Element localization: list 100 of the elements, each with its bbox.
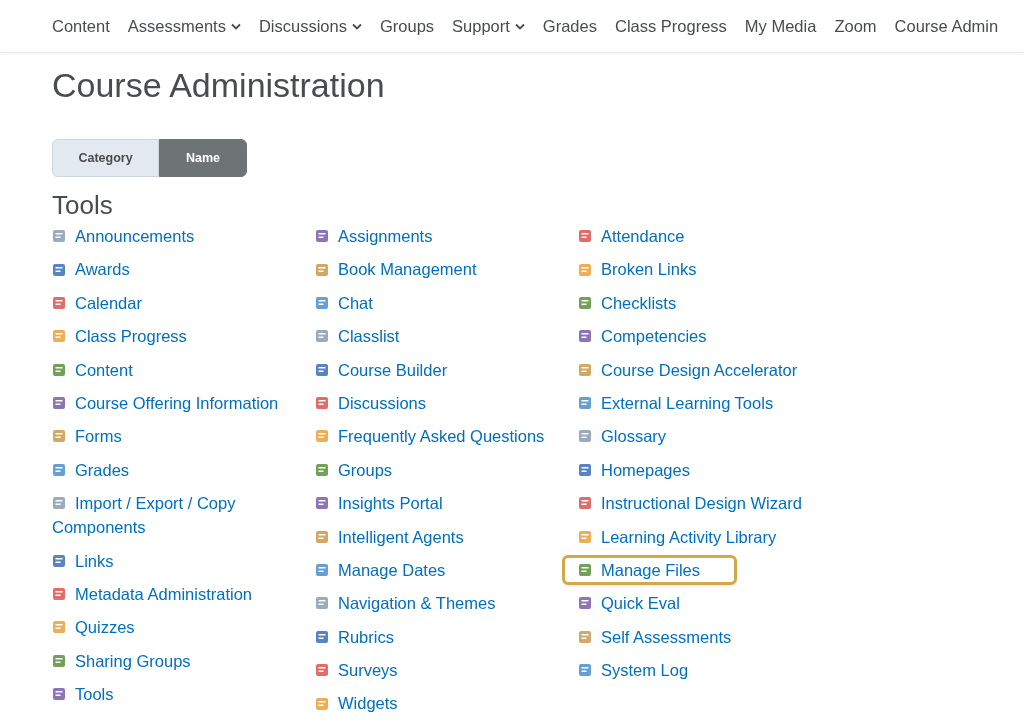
tool-link[interactable]: Surveys: [315, 658, 398, 683]
tool-icon: [52, 553, 66, 568]
nav-link[interactable]: Class Progress: [614, 13, 727, 39]
tool-icon: [578, 429, 592, 444]
tool-icon: [315, 229, 329, 244]
tool-icon: [52, 396, 66, 411]
tool-icon: [52, 462, 66, 477]
tool-icon: [52, 587, 66, 602]
tool-icon: [315, 462, 329, 477]
tool-link[interactable]: Chat: [315, 290, 373, 315]
tool-icon: [52, 653, 66, 668]
tool-link[interactable]: Manage Files: [565, 557, 735, 582]
tool-link[interactable]: Book Management: [315, 257, 477, 282]
tool-icon: [578, 396, 592, 411]
tool-link[interactable]: Discussions: [315, 390, 427, 415]
tool-link[interactable]: Course Design Accelerator: [578, 357, 798, 382]
tool-link[interactable]: Forms: [52, 424, 122, 449]
tool-link[interactable]: Course Offering Information: [52, 390, 279, 415]
tool-link[interactable]: Insights Portal: [315, 491, 443, 516]
tool-link[interactable]: Frequently Asked Questions: [315, 424, 545, 449]
tool-link[interactable]: Competencies: [578, 324, 707, 349]
tool-link[interactable]: Intelligent Agents: [315, 524, 464, 549]
nav-link[interactable]: Course Admin: [894, 13, 999, 39]
tool-link[interactable]: System Log: [578, 658, 689, 683]
nav-link[interactable]: Discussions: [258, 13, 362, 39]
tool-link[interactable]: Widgets: [315, 691, 398, 716]
nav-link[interactable]: Assessments: [127, 13, 241, 39]
tool-icon: [315, 329, 329, 344]
tool-link[interactable]: External Learning Tools: [578, 390, 774, 415]
tool-icon: [315, 629, 329, 644]
tool-icon: [578, 329, 592, 344]
tool-link[interactable]: Self Assessments: [578, 624, 732, 649]
tool-icon: [315, 596, 329, 611]
tool-link[interactable]: Checklists: [578, 290, 677, 315]
tool-icon: [52, 687, 66, 702]
tool-icon: [578, 663, 592, 678]
tool-link[interactable]: Quizzes: [52, 615, 135, 640]
tool-link[interactable]: Content: [52, 357, 133, 382]
tool-icon: [315, 529, 329, 544]
tool-link[interactable]: Metadata Administration: [52, 581, 252, 606]
tool-icon: [578, 362, 592, 377]
tool-icon: [52, 295, 66, 310]
tool-icon: [578, 262, 592, 277]
tool-link[interactable]: Learning Activity Library: [578, 524, 777, 549]
tool-icon: [52, 429, 66, 444]
tool-icon: [315, 563, 329, 578]
tool-icon: [52, 262, 66, 277]
tool-icon: [578, 295, 592, 310]
tool-link[interactable]: Tools: [52, 682, 114, 707]
tool-link[interactable]: Homepages: [578, 457, 690, 482]
tool-link[interactable]: Links: [52, 548, 114, 573]
nav-link[interactable]: Grades: [542, 13, 597, 39]
tool-icon: [315, 295, 329, 310]
tool-icon: [315, 262, 329, 277]
nav-link[interactable]: My Media: [744, 13, 817, 39]
nav-link[interactable]: Content: [52, 13, 110, 39]
tool-icon: [315, 696, 329, 711]
tool-link[interactable]: Announcements: [52, 224, 195, 248]
tool-link[interactable]: Broken Links: [578, 257, 697, 282]
tool-icon: [315, 362, 329, 377]
tool-icon: [52, 229, 66, 244]
tool-icon: [315, 663, 329, 678]
nav-link[interactable]: Support: [452, 13, 525, 39]
tool-link[interactable]: Assignments: [315, 224, 433, 248]
view-toggle-tab[interactable]: Category: [52, 139, 159, 177]
tool-icon: [578, 629, 592, 644]
tool-link[interactable]: Import / Export / Copy Components: [52, 491, 315, 540]
tool-link[interactable]: Navigation & Themes: [315, 591, 496, 616]
tool-icon: [52, 329, 66, 344]
tool-link[interactable]: Rubrics: [315, 624, 394, 649]
tool-icon: [578, 596, 592, 611]
nav-link[interactable]: Groups: [379, 13, 435, 39]
tool-icon: [578, 462, 592, 477]
tool-link[interactable]: Class Progress: [52, 324, 187, 349]
tool-icon: [578, 496, 592, 511]
tool-icon: [315, 496, 329, 511]
tool-link[interactable]: Groups: [315, 457, 393, 482]
section-heading: Tools: [52, 189, 114, 221]
tool-link[interactable]: Classlist: [315, 324, 400, 349]
tool-link[interactable]: Instructional Design Wizard: [578, 491, 802, 516]
tool-link[interactable]: Glossary: [578, 424, 667, 449]
tool-icon: [52, 620, 66, 635]
page-title: Course Administration: [52, 65, 386, 106]
tool-link[interactable]: Attendance: [578, 224, 685, 248]
tool-link[interactable]: Awards: [52, 257, 130, 282]
tool-icon: [52, 362, 66, 377]
tool-link[interactable]: Grades: [52, 457, 130, 482]
tool-link[interactable]: Calendar: [52, 290, 142, 315]
view-toggle-tab[interactable]: Name: [159, 139, 247, 177]
tool-link[interactable]: Quick Eval: [578, 591, 680, 616]
nav-link[interactable]: Zoom: [834, 13, 877, 39]
tool-icon: [578, 529, 592, 544]
tool-link[interactable]: Course Builder: [315, 357, 448, 382]
tool-link[interactable]: Manage Dates: [315, 557, 446, 582]
tool-link[interactable]: Sharing Groups: [52, 648, 191, 673]
tool-icon: [52, 496, 66, 511]
tool-icon: [578, 563, 592, 578]
tool-icon: [315, 429, 329, 444]
tool-icon: [315, 396, 329, 411]
tool-icon: [578, 229, 592, 244]
